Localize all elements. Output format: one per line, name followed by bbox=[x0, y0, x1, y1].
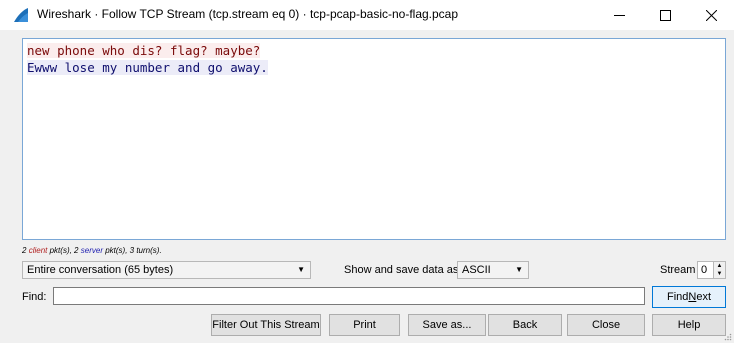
close-icon bbox=[705, 9, 717, 21]
save-as-button[interactable]: Save as... bbox=[408, 314, 486, 336]
back-button[interactable]: Back bbox=[488, 314, 562, 336]
wireshark-fin-icon bbox=[14, 8, 28, 22]
client-data-line: new phone who dis? flag? maybe? bbox=[27, 43, 261, 58]
print-button[interactable]: Print bbox=[329, 314, 400, 336]
minimize-button[interactable] bbox=[596, 0, 642, 30]
find-next-button[interactable]: Find Next bbox=[652, 286, 726, 308]
maximize-button[interactable] bbox=[642, 0, 688, 30]
dropdown-arrow-icon: ▼ bbox=[297, 265, 305, 274]
find-input[interactable] bbox=[53, 287, 645, 305]
packet-stats: 2 client pkt(s), 2 server pkt(s), 3 turn… bbox=[22, 246, 162, 255]
spin-arrows-icon[interactable]: ▲ ▼ bbox=[713, 262, 725, 278]
stream-number-spinbox[interactable]: 0 ▲ ▼ bbox=[697, 261, 726, 279]
help-button[interactable]: Help bbox=[652, 314, 726, 336]
data-format-value: ASCII bbox=[462, 264, 491, 276]
server-word: server bbox=[80, 246, 103, 255]
maximize-icon bbox=[659, 9, 671, 21]
client-word: client bbox=[28, 246, 48, 255]
close-button[interactable]: Close bbox=[567, 314, 645, 336]
filter-out-stream-button[interactable]: Filter Out This Stream bbox=[211, 314, 321, 336]
dropdown-arrow-icon: ▼ bbox=[515, 265, 523, 274]
stream-content-view[interactable]: new phone who dis? flag? maybe? Ewww los… bbox=[22, 38, 726, 240]
close-window-button[interactable] bbox=[688, 0, 734, 30]
show-save-label: Show and save data as bbox=[344, 264, 459, 276]
stream-label: Stream bbox=[660, 264, 696, 276]
title-bar: Wireshark · Follow TCP Stream (tcp.strea… bbox=[0, 0, 734, 30]
find-label: Find: bbox=[22, 291, 47, 303]
server-data-line: Ewww lose my number and go away. bbox=[27, 60, 268, 75]
stream-number-value: 0 bbox=[701, 264, 708, 276]
conversation-select[interactable]: Entire conversation (65 bytes) ▼ bbox=[22, 261, 311, 279]
conversation-select-value: Entire conversation (65 bytes) bbox=[27, 264, 174, 276]
resize-grip-icon[interactable] bbox=[724, 333, 732, 341]
minimize-icon bbox=[613, 14, 625, 16]
data-format-select[interactable]: ASCII ▼ bbox=[457, 261, 529, 279]
window-title: Wireshark · Follow TCP Stream (tcp.strea… bbox=[37, 7, 459, 21]
